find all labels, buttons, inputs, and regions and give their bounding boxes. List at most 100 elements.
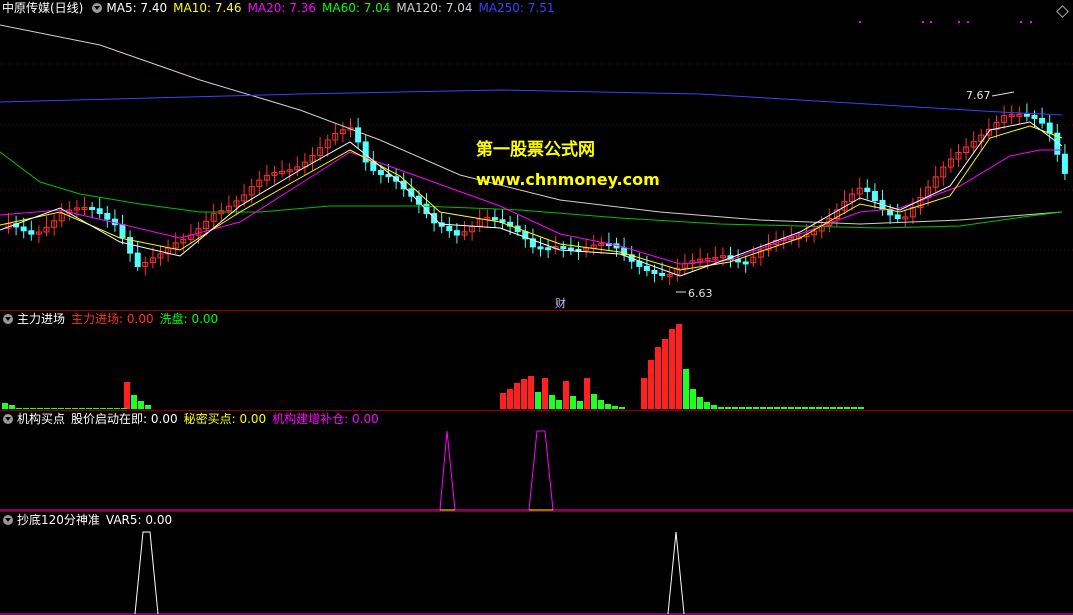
ma20-label: MA20: 7.36 bbox=[247, 1, 316, 15]
main-force-panel[interactable]: 主力进场 主力进场: 0.00 洗盘: 0.00 bbox=[0, 311, 1073, 410]
ma250-line bbox=[0, 89, 1063, 116]
histogram-bar bbox=[535, 392, 541, 409]
signal-dot bbox=[1020, 21, 1022, 23]
histogram-bar bbox=[124, 382, 130, 409]
price-panel-header: 中原传媒(日线) MA5: 7.40 MA10: 7.46 MA20: 7.36… bbox=[0, 0, 561, 16]
histogram-bar bbox=[528, 376, 534, 409]
histogram-bar bbox=[669, 329, 675, 409]
histogram-bar bbox=[690, 389, 696, 409]
histogram-bar bbox=[753, 407, 759, 409]
watermark-url: www.chnmoney.com bbox=[476, 170, 660, 189]
chevron-down-icon[interactable] bbox=[3, 414, 13, 424]
histogram-bar bbox=[788, 407, 794, 409]
price-panel[interactable]: 中原传媒(日线) MA5: 7.40 MA10: 7.46 MA20: 7.36… bbox=[0, 0, 1073, 310]
chevron-down-icon[interactable] bbox=[3, 314, 13, 324]
ma60-label: MA60: 7.04 bbox=[322, 1, 391, 15]
institution-header: 机构买点 股价启动在即: 0.00 秘密买点: 0.00 机构建增补仓: 0.0… bbox=[0, 411, 385, 427]
event-marker[interactable]: 财 bbox=[555, 295, 566, 310]
histogram-bar bbox=[739, 407, 745, 409]
pulse-line bbox=[439, 430, 456, 511]
histogram-bar bbox=[641, 378, 647, 409]
signal-dot bbox=[930, 21, 932, 23]
candle-body bbox=[20, 226, 27, 232]
histogram-bar bbox=[100, 408, 106, 409]
ma10-label: MA10: 7.46 bbox=[173, 1, 242, 15]
candle-body bbox=[1023, 113, 1030, 117]
histogram-bar bbox=[107, 408, 113, 409]
panel-title: 主力进场 bbox=[17, 312, 66, 326]
panel-title: 中原传媒(日线) bbox=[2, 1, 84, 15]
histogram-bar bbox=[774, 407, 780, 409]
high-arrow bbox=[991, 91, 1015, 97]
histogram-bar bbox=[577, 401, 583, 409]
bottom-panel[interactable]: 抄底120分神准 VAR5: 0.00 bbox=[0, 512, 1073, 615]
candle-body bbox=[104, 213, 111, 220]
histogram-bar bbox=[809, 407, 815, 409]
histogram-bar bbox=[58, 408, 64, 409]
candle-body bbox=[491, 217, 498, 221]
histogram-bar bbox=[542, 378, 548, 409]
candle-body bbox=[1031, 114, 1038, 119]
histogram-bar bbox=[760, 407, 766, 409]
histogram-bar bbox=[619, 407, 625, 409]
histogram-bar bbox=[93, 408, 99, 409]
institution-panel[interactable]: 机构买点 股价启动在即: 0.00 秘密买点: 0.00 机构建增补仓: 0.0… bbox=[0, 411, 1073, 511]
ma120-line bbox=[0, 24, 1063, 225]
candle-body bbox=[545, 247, 552, 251]
watermark-title: 第一股票公式网 bbox=[476, 140, 595, 160]
candle-body bbox=[453, 230, 460, 236]
candle-body bbox=[355, 127, 362, 143]
histogram-bar bbox=[697, 397, 703, 409]
histogram-bar bbox=[851, 407, 857, 409]
histogram-bar bbox=[72, 408, 78, 409]
histogram-bar bbox=[500, 393, 506, 409]
histogram-bar bbox=[795, 407, 801, 409]
candle-body bbox=[871, 191, 878, 202]
wash-value: 洗盘: 0.00 bbox=[159, 312, 219, 326]
candle-body bbox=[742, 261, 749, 265]
histogram-bar bbox=[37, 408, 43, 409]
histogram-bar bbox=[676, 324, 682, 409]
candle-body bbox=[28, 230, 35, 235]
candle-body bbox=[894, 214, 901, 220]
main-force-value: 主力进场: 0.00 bbox=[71, 312, 154, 326]
signal-dot bbox=[859, 21, 861, 23]
histogram-bar bbox=[563, 381, 569, 409]
signal-dot bbox=[967, 21, 969, 23]
low-price-marker: 6.63 bbox=[688, 287, 713, 300]
signal-dot bbox=[1030, 21, 1032, 23]
ma120-label: MA120: 7.04 bbox=[396, 1, 473, 15]
histogram-bar bbox=[145, 405, 151, 409]
histogram-bar bbox=[86, 408, 92, 409]
histogram-bar bbox=[16, 408, 22, 409]
candle-body bbox=[659, 272, 666, 276]
histogram-bar bbox=[9, 405, 15, 409]
signal-dot bbox=[922, 21, 924, 23]
chevron-down-icon[interactable] bbox=[92, 3, 103, 13]
histogram-bar bbox=[802, 407, 808, 409]
histogram-bar bbox=[521, 379, 527, 409]
histogram-bar bbox=[711, 405, 717, 409]
chevron-down-icon[interactable] bbox=[3, 515, 13, 525]
histogram-bar bbox=[598, 400, 604, 409]
candle-body bbox=[377, 170, 384, 175]
histogram-bar bbox=[138, 401, 144, 409]
histogram-bar bbox=[507, 389, 513, 409]
histogram-bar bbox=[746, 407, 752, 409]
launch-value: 股价启动在即: 0.00 bbox=[71, 412, 178, 426]
bottom-header: 抄底120分神准 VAR5: 0.00 bbox=[0, 512, 178, 528]
secret-buy-value: 秘密买点: 0.00 bbox=[183, 412, 267, 426]
histogram-bar bbox=[823, 407, 829, 409]
histogram-bar bbox=[830, 407, 836, 409]
candle-body bbox=[560, 246, 567, 250]
histogram-bar bbox=[30, 408, 36, 409]
candle-body bbox=[1061, 153, 1068, 174]
histogram-bar bbox=[683, 369, 689, 409]
histogram-bar bbox=[65, 408, 71, 409]
candle-body bbox=[119, 224, 126, 239]
histogram-bar bbox=[612, 406, 618, 409]
histogram-bar bbox=[23, 408, 29, 409]
histogram-bar bbox=[662, 339, 668, 409]
histogram-bar bbox=[114, 408, 120, 409]
histogram-bar bbox=[44, 408, 50, 409]
